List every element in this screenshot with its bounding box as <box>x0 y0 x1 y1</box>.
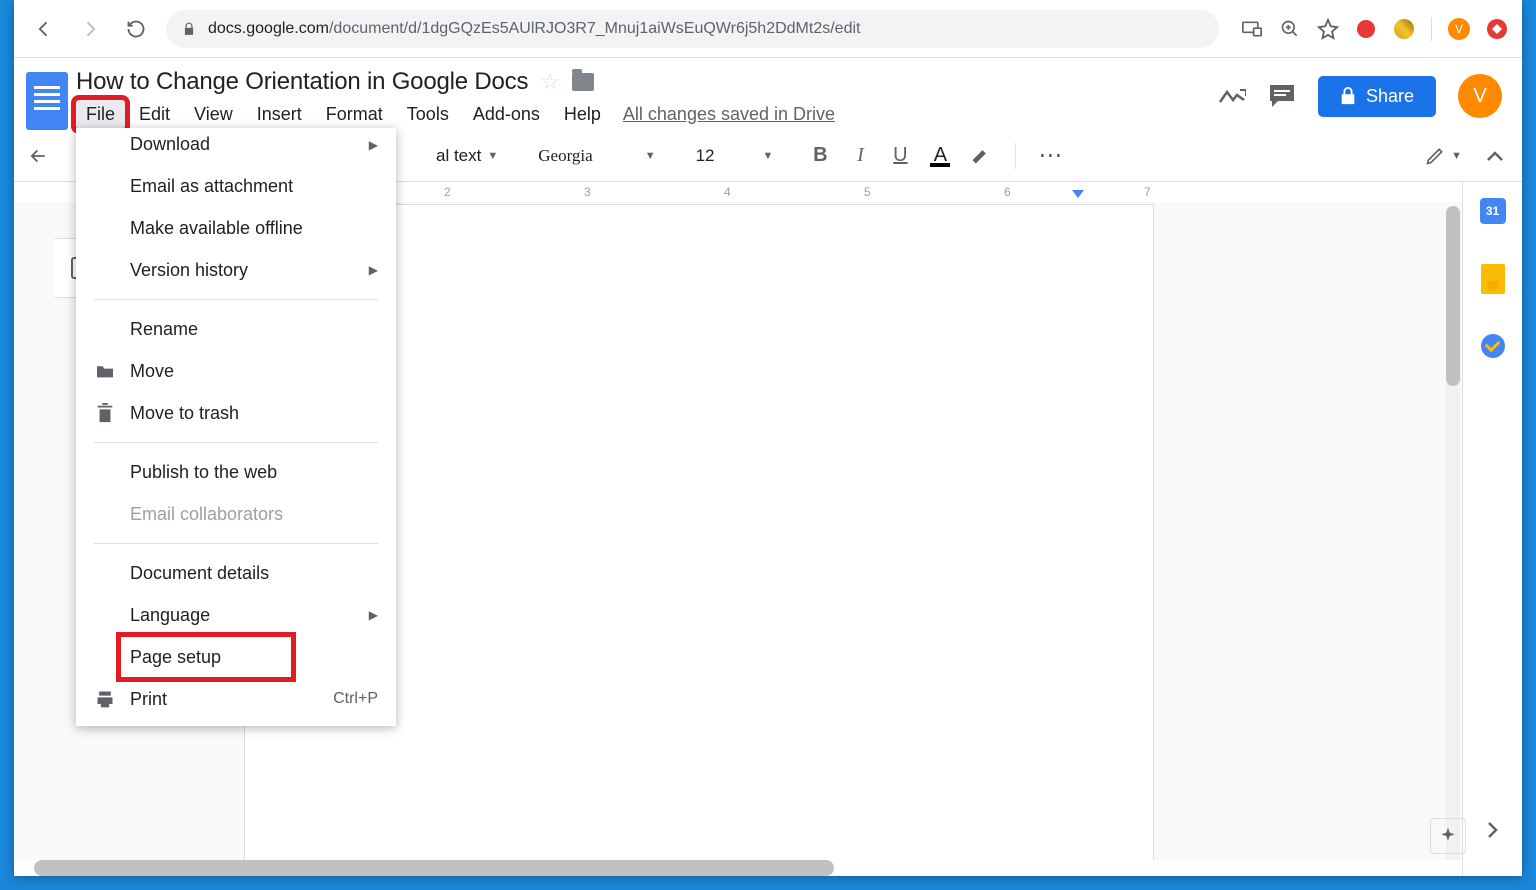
extension-octagon-icon[interactable] <box>1486 18 1508 40</box>
menu-item-publish[interactable]: Publish to the web <box>76 451 396 493</box>
menubar: File Edit View Insert Format Tools Add-o… <box>76 100 1210 129</box>
menu-item-print[interactable]: Print Ctrl+P <box>76 678 396 720</box>
highlight-button[interactable] <box>965 141 995 171</box>
bold-button[interactable]: B <box>805 141 835 171</box>
reload-button[interactable] <box>120 13 152 45</box>
underline-button[interactable]: U <box>885 141 915 171</box>
chrome-actions: V <box>1233 17 1508 41</box>
menu-tools[interactable]: Tools <box>397 100 459 129</box>
menu-edit[interactable]: Edit <box>129 100 180 129</box>
extension-red-icon[interactable] <box>1355 18 1377 40</box>
menu-item-language[interactable]: Language ▶ <box>76 594 396 636</box>
horizontal-scrollbar[interactable] <box>14 860 1462 876</box>
comments-icon[interactable] <box>1268 82 1296 110</box>
submenu-arrow-icon: ▶ <box>369 263 378 277</box>
submenu-arrow-icon: ▶ <box>369 608 378 622</box>
menu-view[interactable]: View <box>184 100 243 129</box>
text-color-button[interactable]: A <box>925 141 955 171</box>
send-tab-icon[interactable] <box>1241 18 1263 40</box>
bookmark-star-icon[interactable] <box>1317 18 1339 40</box>
trash-icon <box>94 402 116 424</box>
doc-title[interactable]: How to Change Orientation in Google Docs <box>76 68 528 96</box>
menu-separator <box>94 543 378 544</box>
menu-file[interactable]: File <box>76 100 125 129</box>
menu-help[interactable]: Help <box>554 100 611 129</box>
scrollbar-thumb[interactable] <box>1446 206 1460 386</box>
print-icon <box>94 688 116 710</box>
font-size-select[interactable]: 12 ▼ <box>692 146 778 166</box>
profile-avatar-small[interactable]: V <box>1448 18 1470 40</box>
menu-item-offline[interactable]: Make available offline <box>76 207 396 249</box>
file-menu-dropdown: Download ▶ Email as attachment Make avai… <box>76 128 396 726</box>
undo-button[interactable] <box>26 141 56 171</box>
forward-button[interactable] <box>74 13 106 45</box>
back-button[interactable] <box>28 13 60 45</box>
toolbar-separator <box>1431 17 1432 41</box>
docs-logo-icon[interactable] <box>26 72 68 130</box>
profile-avatar[interactable]: V <box>1458 74 1502 118</box>
docs-header: How to Change Orientation in Google Docs… <box>14 58 1522 130</box>
explore-button[interactable] <box>1430 818 1466 854</box>
font-family-select[interactable]: Georgia ▼ <box>534 146 659 166</box>
scrollbar-thumb[interactable] <box>34 860 834 876</box>
share-label: Share <box>1366 86 1414 107</box>
star-icon[interactable]: ☆ <box>540 69 560 95</box>
url-text: docs.google.com/document/d/1dgGQzEs5AUlR… <box>208 20 860 38</box>
zoom-icon[interactable] <box>1279 18 1301 40</box>
vertical-scrollbar[interactable] <box>1446 206 1460 872</box>
pencil-icon <box>1425 146 1445 166</box>
menu-insert[interactable]: Insert <box>247 100 312 129</box>
browser-toolbar: docs.google.com/document/d/1dgGQzEs5AUlR… <box>14 0 1522 58</box>
menu-item-rename[interactable]: Rename <box>76 308 396 350</box>
menu-item-version-history[interactable]: Version history ▶ <box>76 249 396 291</box>
menu-item-move[interactable]: Move <box>76 350 396 392</box>
menu-item-page-setup[interactable]: Page setup <box>76 636 396 678</box>
menu-separator <box>94 442 378 443</box>
menu-item-download[interactable]: Download ▶ <box>76 128 396 165</box>
calendar-addon-icon[interactable]: 31 <box>1480 198 1506 224</box>
menu-item-trash[interactable]: Move to trash <box>76 392 396 434</box>
side-panel: 31 <box>1462 182 1522 876</box>
folder-icon <box>94 360 116 382</box>
menu-item-email-collaborators: Email collaborators <box>76 493 396 535</box>
italic-button[interactable]: I <box>845 141 875 171</box>
folder-icon[interactable] <box>572 73 594 91</box>
header-actions: Share V <box>1218 74 1510 118</box>
menu-item-email-attachment[interactable]: Email as attachment <box>76 165 396 207</box>
tasks-addon-icon[interactable] <box>1481 334 1505 358</box>
address-bar[interactable]: docs.google.com/document/d/1dgGQzEs5AUlR… <box>166 10 1219 48</box>
side-panel-expand-button[interactable] <box>1476 814 1508 846</box>
editing-mode-button[interactable]: ▼ <box>1425 146 1462 166</box>
collapse-toolbar-button[interactable] <box>1480 141 1510 171</box>
menu-format[interactable]: Format <box>316 100 393 129</box>
save-status-link[interactable]: All changes saved in Drive <box>623 104 835 125</box>
lock-icon <box>1340 87 1356 105</box>
menu-item-doc-details[interactable]: Document details <box>76 552 396 594</box>
lock-icon <box>182 21 196 37</box>
share-button[interactable]: Share <box>1318 76 1436 117</box>
menu-addons[interactable]: Add-ons <box>463 100 550 129</box>
keep-addon-icon[interactable] <box>1481 264 1505 294</box>
submenu-arrow-icon: ▶ <box>369 138 378 152</box>
menu-separator <box>94 299 378 300</box>
activity-icon[interactable] <box>1218 82 1246 110</box>
paragraph-style-select[interactable]: al text▼ <box>432 146 502 166</box>
shortcut-label: Ctrl+P <box>333 690 378 708</box>
extension-yellow-icon[interactable] <box>1393 18 1415 40</box>
more-options-button[interactable]: ⋯ <box>1036 141 1066 171</box>
ruler-right-indent-marker[interactable] <box>1072 190 1084 198</box>
browser-window: docs.google.com/document/d/1dgGQzEs5AUlR… <box>14 0 1522 876</box>
